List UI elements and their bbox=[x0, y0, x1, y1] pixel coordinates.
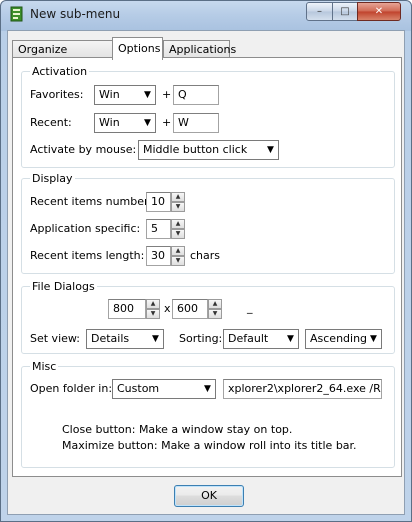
sort-order-select[interactable]: Ascending ▼ bbox=[305, 329, 382, 349]
recent-items-number-label: Recent items number: bbox=[30, 195, 153, 208]
options-panel: Activation Favorites: Win ▼ + Q Recent: W… bbox=[12, 57, 402, 477]
plus-sign: + bbox=[162, 116, 172, 129]
plus-sign: + bbox=[162, 88, 172, 101]
tab-label: Applications bbox=[169, 43, 237, 56]
application-specific-field[interactable]: 5 bbox=[146, 219, 171, 239]
spin-up-icon[interactable]: ▲ bbox=[146, 299, 160, 309]
dialog-height-spinner[interactable]: ▲ ▼ bbox=[208, 299, 222, 319]
misc-legend: Misc bbox=[30, 360, 59, 373]
recent-label: Recent: bbox=[30, 116, 72, 129]
tab-options[interactable]: Options bbox=[112, 37, 163, 60]
file-dialogs-group: File Dialogs 800 ▲ ▼ x 600 ▲ ▼ _ Set view:… bbox=[21, 280, 395, 354]
application-specific-label: Application specific: bbox=[30, 222, 141, 235]
select-value: Win bbox=[99, 88, 120, 101]
spin-down-icon[interactable]: ▼ bbox=[208, 309, 222, 319]
capture-size-handle[interactable]: _ bbox=[247, 301, 253, 314]
activate-by-mouse-label: Activate by mouse: bbox=[30, 143, 137, 156]
chevron-down-icon: ▼ bbox=[144, 118, 151, 128]
dialog-client: Organize Favorites Options Applications … bbox=[7, 30, 405, 515]
select-value: Default bbox=[228, 332, 269, 345]
spin-up-icon[interactable]: ▲ bbox=[208, 299, 222, 309]
recent-items-number-field[interactable]: 10 bbox=[146, 192, 171, 212]
display-group: Display Recent items number: 10 ▲ ▼ Appli… bbox=[21, 172, 395, 274]
recent-items-length-spinner[interactable]: ▲ ▼ bbox=[171, 246, 185, 266]
activation-legend: Activation bbox=[30, 65, 90, 78]
spin-down-icon[interactable]: ▼ bbox=[171, 256, 185, 266]
recent-items-number-spinner[interactable]: ▲ ▼ bbox=[171, 192, 185, 212]
select-value: Middle button click bbox=[143, 143, 248, 156]
select-value: Custom bbox=[117, 382, 160, 395]
open-folder-label: Open folder in: bbox=[30, 382, 113, 395]
maximize-icon: □ bbox=[340, 6, 350, 17]
activate-by-mouse-select[interactable]: Middle button click ▼ bbox=[138, 140, 279, 160]
chars-unit-label: chars bbox=[190, 249, 221, 262]
open-folder-select[interactable]: Custom ▼ bbox=[112, 379, 216, 399]
chevron-down-icon: ▼ bbox=[370, 334, 377, 344]
sorting-select[interactable]: Default ▼ bbox=[223, 329, 299, 349]
file-dialogs-legend: File Dialogs bbox=[30, 280, 97, 293]
chevron-down-icon: ▼ bbox=[144, 90, 151, 100]
sorting-label: Sorting: bbox=[179, 332, 223, 345]
window-title: New sub-menu bbox=[30, 7, 121, 21]
chevron-down-icon: ▼ bbox=[204, 384, 211, 394]
misc-group: Misc Open folder in: Custom ▼ xplorer2\xp… bbox=[21, 360, 395, 468]
recent-items-length-label: Recent items length: bbox=[30, 249, 145, 262]
app-icon bbox=[10, 6, 23, 22]
spin-up-icon[interactable]: ▲ bbox=[171, 192, 185, 202]
size-separator: x bbox=[164, 302, 171, 315]
select-value: Ascending bbox=[310, 332, 368, 345]
ok-button[interactable]: OK bbox=[174, 485, 244, 507]
maximize-button[interactable]: □ bbox=[332, 2, 358, 21]
favorites-key-field[interactable]: Q bbox=[173, 85, 219, 105]
maximize-button-help-text: Maximize button: Make a window roll into… bbox=[62, 439, 357, 452]
recent-modifier-select[interactable]: Win ▼ bbox=[94, 113, 156, 133]
chevron-down-icon: ▼ bbox=[287, 334, 294, 344]
dialog-window: New sub-menu – □ ✕ Organize Favorites Op… bbox=[0, 0, 412, 522]
application-specific-spinner[interactable]: ▲ ▼ bbox=[171, 219, 185, 239]
dialog-width-field[interactable]: 800 bbox=[108, 299, 146, 319]
select-value: Details bbox=[91, 332, 130, 345]
minimize-icon: – bbox=[317, 6, 322, 17]
recent-items-length-field[interactable]: 30 bbox=[146, 246, 171, 266]
spin-down-icon[interactable]: ▼ bbox=[171, 202, 185, 212]
spin-up-icon[interactable]: ▲ bbox=[171, 219, 185, 229]
select-value: Win bbox=[99, 116, 120, 129]
dialog-width-spinner[interactable]: ▲ ▼ bbox=[146, 299, 160, 319]
set-view-select[interactable]: Details ▼ bbox=[86, 329, 164, 349]
close-button-help-text: Close button: Make a window stay on top. bbox=[62, 423, 293, 436]
minimize-button[interactable]: – bbox=[306, 2, 333, 21]
activation-group: Activation Favorites: Win ▼ + Q Recent: W… bbox=[21, 65, 395, 168]
set-view-label: Set view: bbox=[30, 332, 80, 345]
spin-down-icon[interactable]: ▼ bbox=[146, 309, 160, 319]
title-bar[interactable]: New sub-menu – □ ✕ bbox=[1, 1, 411, 29]
favorites-label: Favorites: bbox=[30, 88, 84, 101]
chevron-down-icon: ▼ bbox=[267, 145, 274, 155]
dialog-height-field[interactable]: 600 bbox=[172, 299, 208, 319]
spin-up-icon[interactable]: ▲ bbox=[171, 246, 185, 256]
custom-command-field[interactable]: xplorer2\xplorer2_64.exe /R:%1 bbox=[223, 379, 382, 399]
display-legend: Display bbox=[30, 172, 75, 185]
close-icon: ✕ bbox=[374, 6, 384, 17]
tab-label: Options bbox=[118, 42, 161, 55]
spin-down-icon[interactable]: ▼ bbox=[171, 229, 185, 239]
recent-key-field[interactable]: W bbox=[173, 113, 219, 133]
close-button[interactable]: ✕ bbox=[357, 2, 401, 21]
chevron-down-icon: ▼ bbox=[152, 334, 159, 344]
favorites-modifier-select[interactable]: Win ▼ bbox=[94, 85, 156, 105]
